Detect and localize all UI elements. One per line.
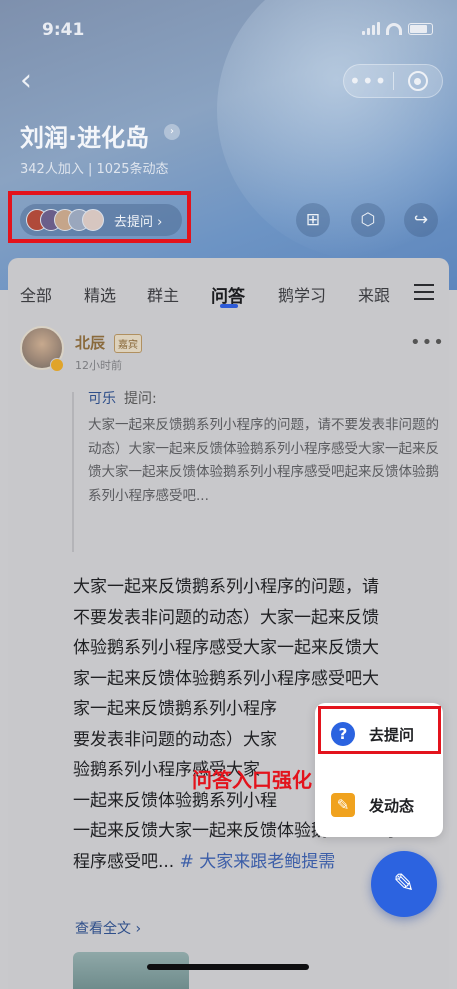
highlight-box-popup-ask (318, 706, 441, 754)
quote-author[interactable]: 可乐 (88, 388, 116, 408)
status-bar: 9:41 (0, 0, 457, 58)
post-more-icon[interactable]: ••• (410, 332, 445, 353)
verified-badge-icon (50, 358, 64, 372)
quote-verb: 提问: (124, 391, 157, 407)
battery-icon (408, 22, 433, 35)
status-icons (362, 22, 433, 35)
post-line: 不要发表非问题的动态）大家一起来反馈 (73, 607, 379, 628)
menu-icon[interactable] (414, 284, 434, 305)
close-miniapp-icon[interactable] (394, 71, 443, 91)
pencil-icon: ✎ (393, 869, 415, 899)
popup-post-update[interactable]: ✎ 发动态 (315, 780, 443, 830)
post-line: 家一起来反馈体验鹅系列小程序感受吧大 (73, 668, 379, 689)
highlight-box-ask-entry (8, 191, 191, 243)
edit-note-icon: ✎ (331, 793, 355, 817)
signal-icon (362, 22, 380, 35)
quote-bar (72, 392, 74, 552)
miniapp-capsule: ••• (343, 64, 443, 98)
share-icon[interactable]: ↪ (404, 203, 438, 237)
post-line-text: 程序感受吧... (73, 851, 175, 872)
post-time: 12小时前 (75, 359, 122, 372)
group-title: 刘润·进化岛 (20, 124, 150, 152)
guest-badge: 嘉宾 (114, 334, 142, 353)
author-name[interactable]: 北辰 (75, 332, 105, 353)
post-line-text: 一起来反馈大家一起来反馈体验鹅 (73, 821, 328, 841)
post-line: 大家一起来反馈鹅系列小程序的问题，请 (73, 577, 379, 597)
wifi-icon (386, 22, 402, 35)
bookmark-add-icon[interactable]: ⊞ (296, 203, 330, 237)
post-line: 体验鹅系列小程序感受大家一起来反馈大 (73, 638, 379, 658)
popup-post-label: 发动态 (369, 796, 415, 815)
group-stats: 342人加入 | 1025条动态 (20, 162, 169, 177)
title-chevron-icon[interactable]: › (164, 124, 180, 140)
more-icon[interactable]: ••• (344, 71, 393, 91)
annotation-label: 问答入口强化 (192, 768, 312, 792)
hashtag-link[interactable]: # 大家来跟老鲍提需 (180, 852, 336, 872)
home-indicator (147, 964, 309, 970)
active-tab-indicator (220, 304, 238, 308)
feed-tabs: 全部 精选 群主 问答 鹅学习 来跟 (0, 270, 457, 316)
status-time: 9:41 (42, 20, 85, 40)
tab-owner[interactable]: 群主 (147, 282, 179, 306)
settings-hex-icon[interactable]: ⬡ (351, 203, 385, 237)
tab-learn[interactable]: 鹅学习 (278, 282, 326, 306)
read-more-link[interactable]: 查看全文 › (75, 918, 141, 938)
compose-fab[interactable]: ✎ (371, 851, 437, 917)
post-image-thumbnail[interactable] (73, 952, 189, 989)
tab-featured[interactable]: 精选 (84, 282, 116, 306)
quoted-question: 大家一起来反馈鹅系列小程序的问题，请不要发表非问题的动态）大家一起来反馈体验鹅系… (88, 417, 439, 504)
tab-follow[interactable]: 来跟 (358, 282, 390, 306)
tab-all[interactable]: 全部 (20, 282, 52, 306)
back-icon[interactable]: ‹ (20, 66, 44, 96)
